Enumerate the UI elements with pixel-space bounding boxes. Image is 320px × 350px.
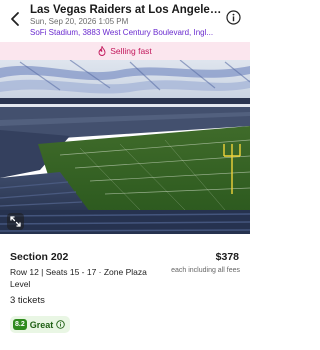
ticket-price: $378 — [215, 251, 239, 263]
rating-label: Great — [29, 319, 54, 330]
selling-fast-banner: Selling fast — [0, 42, 250, 60]
deal-rating-badge[interactable]: 8.2 Great — [10, 316, 71, 333]
rating-score: 8.2 — [13, 319, 27, 330]
info-icon[interactable] — [226, 10, 241, 25]
expand-icon — [10, 216, 21, 227]
rating-info-icon — [56, 320, 65, 329]
event-header: Las Vegas Raiders at Los Angeles... Sun,… — [0, 0, 250, 42]
price-note: each including all fees — [171, 267, 240, 274]
section-name: Section 202 — [10, 251, 69, 263]
event-date: Sun, Sep 20, 2026 1:05 PM — [30, 17, 129, 26]
row-seats-zone: Row 12 | Seats 15 - 17 · Zone Plaza Leve… — [10, 267, 147, 289]
back-chevron-icon[interactable] — [8, 10, 24, 28]
event-title: Las Vegas Raiders at Los Angeles... — [30, 4, 222, 16]
ticket-count: 3 tickets — [10, 295, 45, 306]
banner-text: Selling fast — [110, 46, 152, 56]
seat-view-photo[interactable] — [0, 60, 250, 234]
flame-icon — [98, 46, 106, 56]
stadium-view-image — [0, 60, 250, 234]
expand-photo-button[interactable] — [7, 213, 24, 230]
venue-link[interactable]: SoFi Stadium, 3883 West Century Boulevar… — [30, 28, 220, 38]
